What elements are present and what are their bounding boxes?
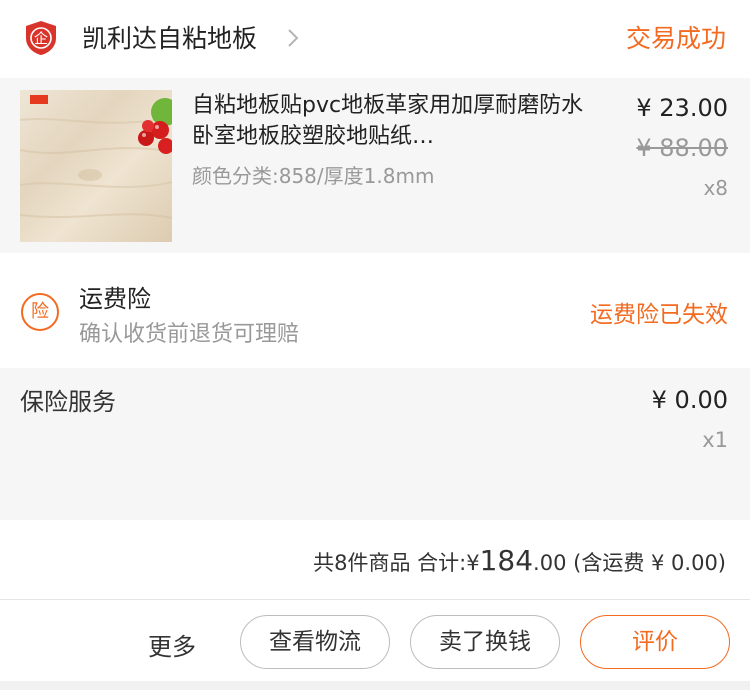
product-image-art — [20, 98, 172, 219]
shipping-insurance-row[interactable]: 险 运费险 确认收货前退货可理赔 运费险已失效 — [0, 253, 750, 368]
bottom-divider — [0, 681, 750, 690]
shipping-insurance-title: 运费险 — [79, 285, 151, 313]
order-summary: 共8件商品 合计:¥184.00 (含运费 ¥ 0.00) — [0, 520, 750, 600]
insurance-service-row[interactable]: 保险服务 ¥ 0.00 x1 — [0, 368, 750, 520]
item-quantity: x8 — [703, 176, 728, 200]
order-item[interactable]: 自粘地板贴pvc地板革家用加厚耐磨防水卧室地板胶塑胶地贴纸… 颜色分类:858/… — [0, 78, 750, 253]
product-thumbnail[interactable] — [20, 90, 172, 242]
resell-button[interactable]: 卖了换钱 — [410, 615, 560, 669]
insurance-service-price: ¥ 0.00 — [651, 386, 728, 414]
order-status: 交易成功 — [625, 24, 726, 53]
review-button[interactable]: 评价 — [580, 615, 730, 669]
total-label: 合计: — [417, 551, 467, 575]
order-header: 企 凯利达自粘地板 交易成功 — [0, 0, 750, 78]
insurance-icon: 险 — [21, 293, 59, 331]
order-total-line: 共8件商品 合计:¥184.00 (含运费 ¥ 0.00) — [313, 544, 726, 577]
product-title[interactable]: 自粘地板贴pvc地板革家用加厚耐磨防水卧室地板胶塑胶地贴纸… — [192, 90, 592, 152]
total-amount-decimal: .00 — [533, 551, 567, 575]
insurance-service-title: 保险服务 — [20, 388, 116, 416]
shipping-insurance-subtitle: 确认收货前退货可理赔 — [79, 322, 300, 347]
shop-name[interactable]: 凯利达自粘地板 — [82, 22, 257, 56]
shipping-insurance-status: 运费险已失效 — [590, 302, 728, 328]
order-actions: 更多 查看物流 卖了换钱 评价 — [0, 601, 750, 681]
svg-text:企: 企 — [34, 31, 48, 48]
item-count: 共8件商品 — [313, 551, 411, 575]
product-sku: 颜色分类:858/厚度1.8mm — [192, 164, 435, 188]
total-amount-integer: 184 — [479, 544, 534, 577]
item-original-price: ¥ 88.00 — [636, 134, 728, 162]
chevron-right-icon[interactable] — [286, 27, 300, 49]
product-badge — [30, 95, 48, 104]
total-currency: ¥ — [466, 551, 480, 575]
view-logistics-button[interactable]: 查看物流 — [240, 615, 390, 669]
shipping-fee-note: (含运费 ¥ 0.00) — [573, 551, 726, 575]
order-card: 企 凯利达自粘地板 交易成功 自粘地板贴pvc地板革家用加厚耐磨防水卧室地板胶塑… — [0, 0, 750, 690]
item-price: ¥ 23.00 — [636, 94, 728, 122]
enterprise-shop-icon[interactable]: 企 — [24, 20, 58, 56]
insurance-service-quantity: x1 — [702, 428, 728, 452]
more-button[interactable]: 更多 — [148, 627, 196, 662]
